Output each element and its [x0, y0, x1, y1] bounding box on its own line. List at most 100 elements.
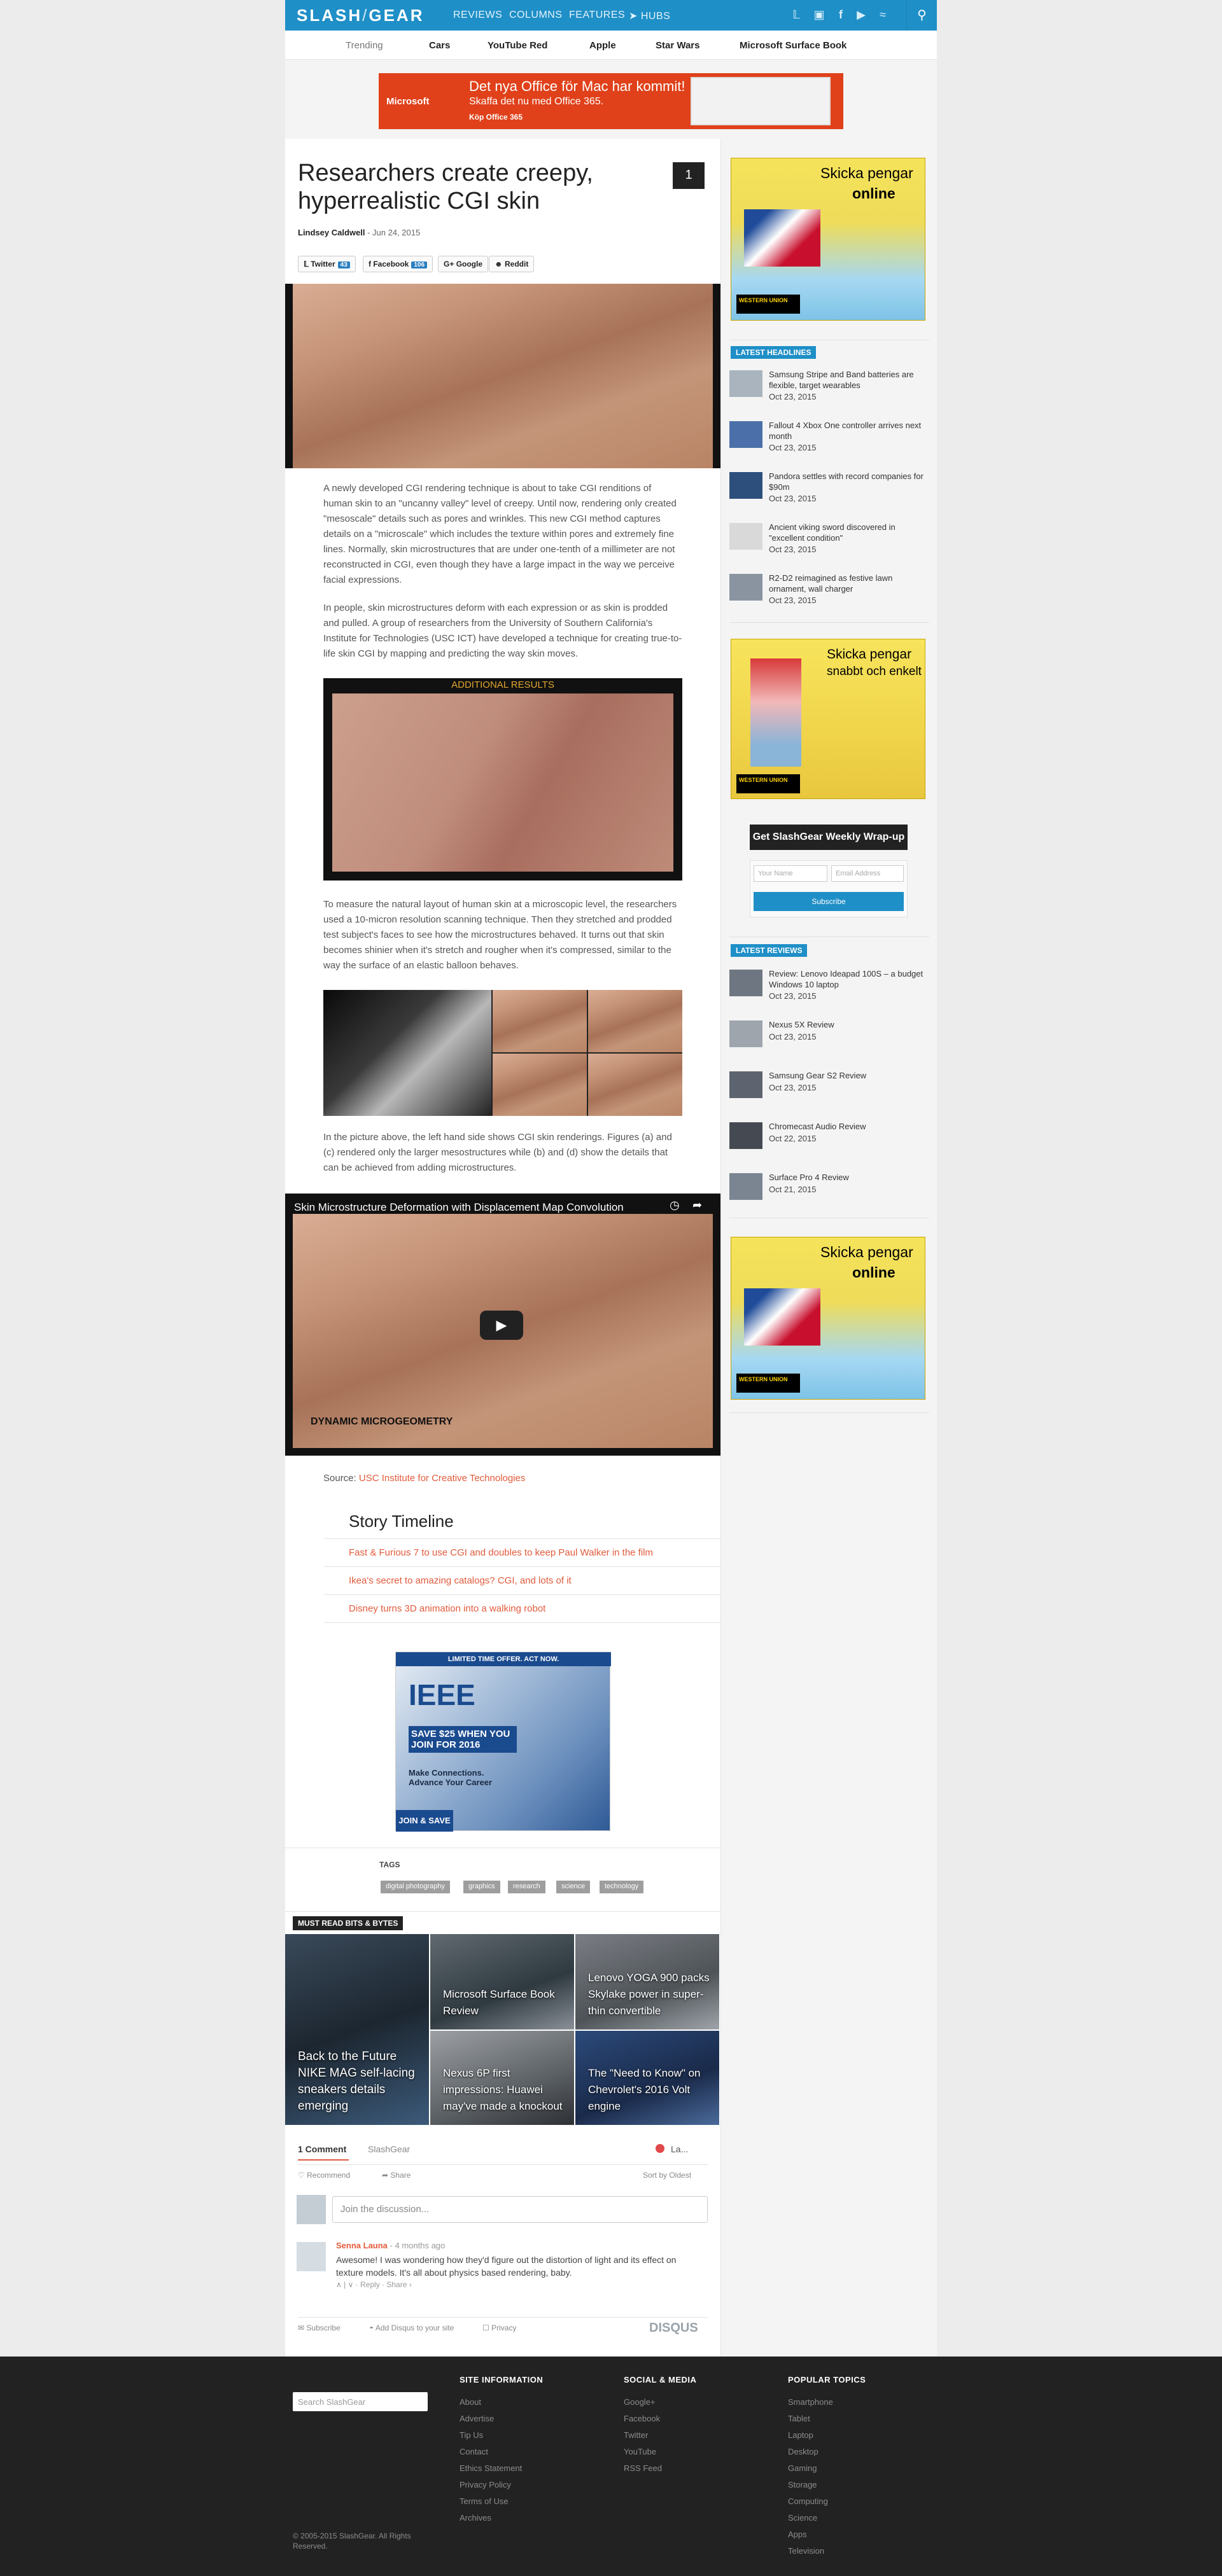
share-reddit-button[interactable]: ☻ Reddit	[489, 256, 535, 272]
review-title[interactable]: Chromecast Audio Review	[769, 1121, 928, 1132]
recommend-button[interactable]: ♡ Recommend	[298, 2171, 350, 2180]
facebook-icon[interactable]: f	[832, 6, 849, 23]
footer-link[interactable]: Contact	[460, 2447, 488, 2456]
trending-surface-book[interactable]: Microsoft Surface Book	[740, 40, 846, 51]
headline-thumb[interactable]	[729, 421, 762, 448]
site-logo[interactable]: SLASH/GEAR	[297, 6, 424, 25]
share-icon[interactable]: ➦	[692, 1199, 702, 1212]
timeline-item[interactable]: Ikea's secret to amazing catalogs? CGI, …	[349, 1575, 572, 1586]
disqus-add[interactable]: ◓ Add Disqus to your site	[369, 2323, 454, 2332]
trending-apple[interactable]: Apple	[589, 40, 616, 51]
nav-columns[interactable]: COLUMNS	[509, 10, 563, 21]
must-read-tile[interactable]: Lenovo YOGA 900 packs Skylake power in s…	[575, 1934, 719, 2029]
tag-digital-photography[interactable]: digital photography	[381, 1881, 450, 1893]
instagram-icon[interactable]: ▣	[811, 6, 827, 23]
disqus-privacy[interactable]: ☐ Privacy	[482, 2323, 516, 2332]
share-comments-button[interactable]: ➦ Share	[382, 2171, 411, 2180]
footer-link[interactable]: Ethics Statement	[460, 2463, 522, 2473]
wu-ad-2[interactable]: Skicka pengar snabbt och enkelt WESTERN …	[731, 639, 925, 799]
footer-link[interactable]: Laptop	[788, 2430, 813, 2440]
comment-actions[interactable]: ∧ | ∨ · Reply · Share ›	[336, 2280, 412, 2289]
headline-title[interactable]: Fallout 4 Xbox One controller arrives ne…	[769, 420, 928, 442]
trending-star-wars[interactable]: Star Wars	[656, 40, 699, 51]
headline-title[interactable]: R2-D2 reimagined as festive lawn ornamen…	[769, 573, 928, 594]
tab-site[interactable]: SlashGear	[368, 2144, 410, 2154]
disqus-subscribe[interactable]: ✉ Subscribe	[298, 2323, 341, 2332]
comment-author[interactable]: Senna Launa	[336, 2241, 388, 2250]
headline-thumb[interactable]	[729, 574, 762, 601]
youtube-icon[interactable]: ▶	[853, 6, 869, 23]
must-read-tile[interactable]: Back to the Future NIKE MAG self-lacing …	[285, 1934, 429, 2125]
wu-ad-1[interactable]: Skicka pengar online WESTERN UNION	[731, 158, 925, 321]
author-name[interactable]: Lindsey Caldwell	[298, 228, 365, 237]
trending-cars[interactable]: Cars	[429, 40, 450, 51]
footer-link[interactable]: Terms of Use	[460, 2496, 509, 2506]
footer-search-input[interactable]: Search SlashGear	[293, 2392, 428, 2411]
tag-research[interactable]: research	[508, 1881, 545, 1893]
headline-title[interactable]: Pandora settles with record companies fo…	[769, 471, 928, 492]
sort-dropdown[interactable]: Sort by Oldest	[643, 2171, 691, 2180]
play-icon[interactable]: ▶	[480, 1311, 523, 1340]
rss-icon[interactable]: ≈	[874, 6, 891, 23]
must-read-tile[interactable]: The "Need to Know" on Chevrolet's 2016 V…	[575, 2031, 719, 2125]
footer-link[interactable]: Science	[788, 2513, 817, 2523]
footer-link[interactable]: Computing	[788, 2496, 828, 2506]
share-twitter-button[interactable]: 𝕃 Twitter 43	[298, 256, 356, 272]
footer-link[interactable]: Apps	[788, 2530, 807, 2539]
office-ad-banner[interactable]: Microsoft Det nya Office för Mac har kom…	[379, 73, 843, 129]
headline-title[interactable]: Ancient viking sword discovered in "exce…	[769, 522, 928, 543]
wu-ad-3[interactable]: Skicka pengar online WESTERN UNION	[731, 1237, 925, 1400]
comment-input[interactable]: Join the discussion...	[332, 2196, 708, 2223]
search-icon[interactable]: ⚲	[906, 0, 937, 31]
timeline-item[interactable]: Disney turns 3D animation into a walking…	[349, 1603, 545, 1614]
review-thumb[interactable]	[729, 1122, 762, 1149]
login-link[interactable]: La...	[671, 2144, 688, 2154]
nav-features[interactable]: FEATURES	[569, 10, 625, 21]
review-thumb[interactable]	[729, 970, 762, 996]
footer-link[interactable]: Advertise	[460, 2414, 494, 2423]
comment-count-bubble[interactable]: 1	[673, 162, 705, 189]
footer-link[interactable]: RSS Feed	[624, 2463, 662, 2473]
timeline-item[interactable]: Fast & Furious 7 to use CGI and doubles …	[349, 1547, 653, 1558]
nav-hubs[interactable]: ➤ HUBS	[629, 10, 670, 22]
footer-link[interactable]: Desktop	[788, 2447, 818, 2456]
footer-link[interactable]: Archives	[460, 2513, 491, 2523]
trending-youtube-red[interactable]: YouTube Red	[488, 40, 547, 51]
video-title[interactable]: Skin Microstructure Deformation with Dis…	[294, 1201, 624, 1214]
tag-science[interactable]: science	[556, 1881, 591, 1893]
nav-reviews[interactable]: REVIEWS	[453, 10, 502, 21]
must-read-tile[interactable]: Microsoft Surface Book Review	[430, 1934, 574, 2029]
share-google-button[interactable]: G+ Google	[438, 256, 489, 272]
headline-title[interactable]: Samsung Stripe and Band batteries are fl…	[769, 369, 928, 391]
footer-link[interactable]: YouTube	[624, 2447, 656, 2456]
review-title[interactable]: Review: Lenovo Ideapad 100S – a budget W…	[769, 968, 928, 990]
footer-link[interactable]: Storage	[788, 2480, 817, 2489]
footer-link[interactable]: Facebook	[624, 2414, 660, 2423]
footer-link[interactable]: Television	[788, 2546, 824, 2556]
review-title[interactable]: Samsung Gear S2 Review	[769, 1070, 928, 1081]
footer-link[interactable]: Gaming	[788, 2463, 817, 2473]
review-thumb[interactable]	[729, 1020, 762, 1047]
footer-link[interactable]: Google+	[624, 2397, 656, 2407]
headline-thumb[interactable]	[729, 370, 762, 397]
footer-link[interactable]: About	[460, 2397, 481, 2407]
footer-link[interactable]: Smartphone	[788, 2397, 833, 2407]
newsletter-email-field[interactable]: Email Address	[831, 865, 904, 882]
must-read-tile[interactable]: Nexus 6P first impressions: Huawei may'v…	[430, 2031, 574, 2125]
review-title[interactable]: Surface Pro 4 Review	[769, 1172, 928, 1183]
review-title[interactable]: Nexus 5X Review	[769, 1019, 928, 1030]
subscribe-button[interactable]: Subscribe	[754, 892, 904, 911]
twitter-icon[interactable]: 𝕃	[788, 6, 804, 23]
disqus-logo[interactable]: DISQUS	[649, 2321, 698, 2336]
headline-thumb[interactable]	[729, 472, 762, 499]
footer-link[interactable]: Privacy Policy	[460, 2480, 511, 2489]
source-link[interactable]: USC Institute for Creative Technologies	[359, 1473, 526, 1484]
share-facebook-button[interactable]: f Facebook 106	[363, 256, 433, 272]
review-thumb[interactable]	[729, 1173, 762, 1200]
tag-technology[interactable]: technology	[600, 1881, 644, 1893]
tab-comments[interactable]: 1 Comment	[298, 2144, 346, 2154]
ieee-join-button[interactable]: JOIN & SAVE	[396, 1810, 453, 1832]
notification-icon[interactable]	[656, 2144, 664, 2153]
newsletter-name-field[interactable]: Your Name	[754, 865, 827, 882]
video-player[interactable]: Skin Microstructure Deformation with Dis…	[285, 1194, 720, 1456]
